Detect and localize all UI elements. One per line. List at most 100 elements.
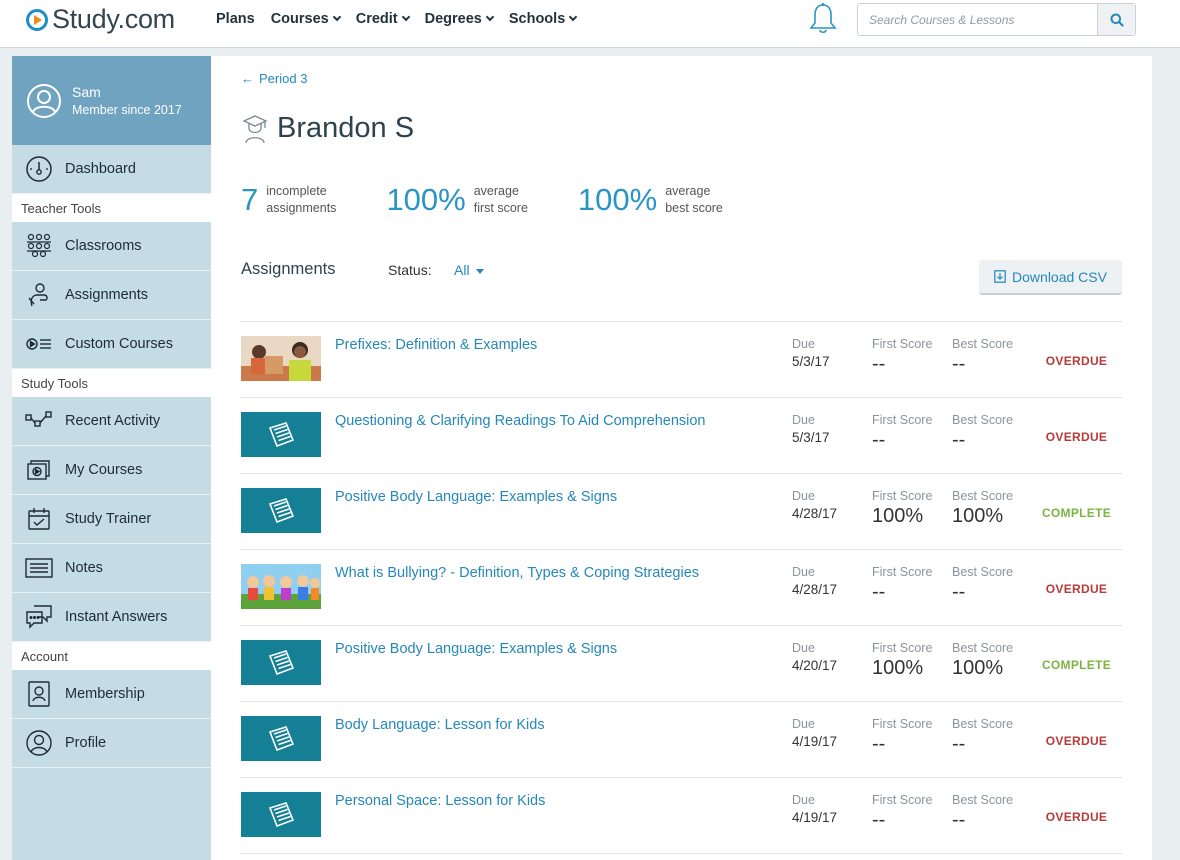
- due-caption: Due: [792, 413, 815, 427]
- assignment-title-link[interactable]: Body Language: Lesson for Kids: [335, 717, 545, 733]
- section-account: Account: [12, 642, 211, 670]
- due-date: 4/28/17: [792, 506, 838, 521]
- assignment-title-link[interactable]: Personal Space: Lesson for Kids: [335, 793, 545, 809]
- search-input[interactable]: [858, 4, 1097, 35]
- assignment-title-link[interactable]: What is Bullying? - Definition, Types & …: [335, 565, 699, 581]
- best-score-caption: Best Score: [952, 489, 1014, 503]
- first-score-column: First Score --: [872, 413, 932, 452]
- assignment-row: Positive Body Language: Examples & Signs…: [241, 474, 1122, 550]
- due-date: 4/19/17: [792, 734, 838, 749]
- profile-card[interactable]: Sam Member since 2017: [12, 56, 211, 145]
- download-csv-label: Download CSV: [1012, 268, 1107, 285]
- status-filter-dropdown[interactable]: All: [454, 262, 484, 278]
- status-filter-label: Status:: [388, 262, 432, 278]
- sidebar-item-recent-activity[interactable]: Recent Activity: [12, 397, 211, 446]
- sidebar-item-classrooms[interactable]: Classrooms: [12, 222, 211, 271]
- download-csv-button[interactable]: Download CSV: [979, 260, 1122, 295]
- nav-plans-label: Plans: [216, 11, 255, 27]
- search-icon: [1110, 13, 1124, 27]
- worksheet-icon[interactable]: [241, 640, 321, 685]
- stat-label-line: best score: [665, 201, 723, 215]
- due-date: 5/3/17: [792, 354, 830, 369]
- assignment-title-link[interactable]: Prefixes: Definition & Examples: [335, 337, 537, 353]
- assignment-title-link[interactable]: Questioning & Clarifying Readings To Aid…: [335, 413, 706, 429]
- notifications-bell-icon[interactable]: [808, 2, 838, 36]
- first-score-caption: First Score: [872, 793, 933, 807]
- due-date: 4/20/17: [792, 658, 838, 673]
- due-date: 4/19/17: [792, 810, 838, 825]
- worksheet-icon[interactable]: [241, 488, 321, 533]
- stat-value: 100%: [577, 182, 658, 217]
- first-score-value: --: [872, 809, 886, 831]
- assignment-row: Positive Body Language: Examples & Signs…: [241, 626, 1122, 702]
- instant-answers-chat-icon: [24, 602, 54, 632]
- worksheet-icon[interactable]: [241, 716, 321, 761]
- notes-icon: [24, 553, 54, 583]
- classroom-people-icon: [24, 231, 54, 261]
- best-score-value: 100%: [952, 657, 1004, 679]
- assignment-title-link[interactable]: Positive Body Language: Examples & Signs: [335, 489, 617, 505]
- assignments-hand-icon: [24, 280, 54, 310]
- first-score-value: 100%: [872, 657, 924, 679]
- first-score-column: First Score --: [872, 793, 932, 832]
- student-header: Brandon S: [241, 112, 414, 145]
- due-caption: Due: [792, 337, 815, 351]
- stat-label-line: assignments: [266, 201, 337, 215]
- first-score-value: --: [872, 353, 886, 375]
- sidebar-item-label: Study Trainer: [65, 511, 152, 527]
- chevron-down-icon: [401, 12, 410, 22]
- sidebar-item-membership[interactable]: Membership: [12, 670, 211, 719]
- stat-best-score: 100% average best score: [578, 182, 723, 218]
- best-score-column: Best Score --: [952, 337, 1013, 376]
- student-name: Brandon S: [277, 112, 415, 144]
- study-logo[interactable]: Study.com: [26, 4, 175, 35]
- nav-schools-label: Schools: [508, 11, 566, 27]
- member-since: Member since 2017: [72, 103, 182, 117]
- download-icon: [994, 270, 1006, 283]
- nav-plans[interactable]: Plans: [216, 11, 255, 27]
- assignment-title-link[interactable]: Positive Body Language: Examples & Signs: [335, 641, 617, 657]
- nav-courses[interactable]: Courses: [271, 11, 341, 27]
- due-column: Due 4/20/17: [792, 641, 837, 673]
- sidebar-item-profile[interactable]: Profile: [12, 719, 211, 768]
- worksheet-icon[interactable]: [241, 792, 321, 837]
- best-score-value: --: [952, 581, 966, 603]
- due-column: Due 4/19/17: [792, 717, 837, 749]
- due-column: Due 5/3/17: [792, 413, 830, 445]
- nav-credit[interactable]: Credit: [356, 11, 410, 27]
- sidebar-item-dashboard[interactable]: Dashboard: [12, 145, 211, 194]
- nav-degrees[interactable]: Degrees: [425, 11, 495, 27]
- best-score-column: Best Score --: [952, 717, 1013, 756]
- assignment-row: What is Bullying? - Definition, Types & …: [241, 550, 1122, 626]
- lesson-thumbnail-image[interactable]: [241, 564, 321, 609]
- sidebar-item-label: My Courses: [65, 462, 143, 478]
- sidebar-item-notes[interactable]: Notes: [12, 544, 211, 593]
- nav-schools[interactable]: Schools: [508, 11, 578, 27]
- best-score-column: Best Score --: [952, 793, 1013, 832]
- sidebar-item-instant-answers[interactable]: Instant Answers: [12, 593, 211, 642]
- due-caption: Due: [792, 641, 815, 655]
- section-teacher-tools: Teacher Tools: [12, 194, 211, 222]
- lesson-thumbnail-image[interactable]: [241, 336, 321, 381]
- sidebar-item-assignments[interactable]: Assignments: [12, 271, 211, 320]
- assignment-row: Questioning & Clarifying Readings To Aid…: [241, 398, 1122, 474]
- study-trainer-calendar-icon: [24, 504, 54, 534]
- best-score-value: --: [952, 353, 966, 375]
- chevron-down-icon: [485, 12, 495, 22]
- page-margin: [1152, 56, 1180, 860]
- worksheet-icon[interactable]: [241, 412, 321, 457]
- best-score-column: Best Score --: [952, 565, 1013, 604]
- best-score-column: Best Score 100%: [952, 489, 1013, 528]
- sidebar-item-study-trainer[interactable]: Study Trainer: [12, 495, 211, 544]
- sidebar-item-label: Instant Answers: [65, 609, 168, 625]
- best-score-caption: Best Score: [952, 641, 1014, 655]
- top-nav: Study.com Plans Courses Credit Degrees S…: [0, 0, 1180, 48]
- search-button[interactable]: [1097, 4, 1135, 35]
- stats-bar: 7 incomplete assignments 100% average firs…: [241, 182, 723, 218]
- back-link[interactable]: ← Period 3: [241, 71, 307, 86]
- sidebar-item-my-courses[interactable]: My Courses: [12, 446, 211, 495]
- sidebar-item-custom-courses[interactable]: Custom Courses: [12, 320, 211, 369]
- play-logo-icon: [26, 8, 48, 31]
- assignment-row: Prefixes: Definition & Examples Due 5/3/17…: [241, 322, 1122, 398]
- stat-incomplete: 7 incomplete assignments: [241, 182, 336, 218]
